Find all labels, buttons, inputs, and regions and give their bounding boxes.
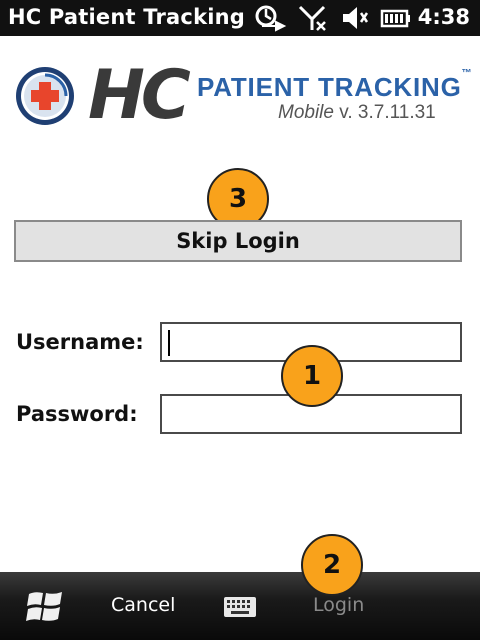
- windows-start-icon[interactable]: [26, 588, 64, 626]
- cancel-softkey[interactable]: Cancel: [111, 594, 175, 616]
- logo-hc-text: HC: [88, 56, 191, 135]
- medical-cross-logo-icon: [16, 67, 74, 125]
- sync-icon[interactable]: [252, 4, 288, 32]
- username-label: Username:: [16, 330, 144, 354]
- softkey-bar: Cancel Login: [0, 572, 480, 640]
- keyboard-icon[interactable]: [223, 596, 257, 618]
- text-caret: [168, 330, 170, 356]
- login-softkey[interactable]: Login: [313, 594, 364, 616]
- status-bar: HC Patient Tracking 4:38: [0, 0, 480, 36]
- volume-muted-icon[interactable]: [340, 4, 370, 32]
- battery-icon[interactable]: [380, 4, 412, 32]
- no-signal-icon[interactable]: [298, 4, 330, 32]
- app-title: HC Patient Tracking: [8, 5, 246, 29]
- version-mobile: Mobile: [278, 102, 334, 123]
- clock[interactable]: 4:38: [418, 5, 470, 29]
- version-number: v. 3.7.11.31: [333, 102, 436, 123]
- brand-name: PATIENT TRACKING™: [197, 68, 473, 102]
- callout-1-badge: 1: [281, 345, 343, 407]
- skip-login-button[interactable]: Skip Login: [14, 220, 462, 262]
- callout-2-badge: 2: [301, 534, 363, 596]
- trademark-mark: ™: [461, 68, 473, 79]
- app-logo: HC PATIENT TRACKING™ Mobile v. 3.7.11.31: [0, 36, 480, 136]
- version-text: Mobile v. 3.7.11.31: [278, 102, 436, 124]
- password-label: Password:: [16, 402, 138, 426]
